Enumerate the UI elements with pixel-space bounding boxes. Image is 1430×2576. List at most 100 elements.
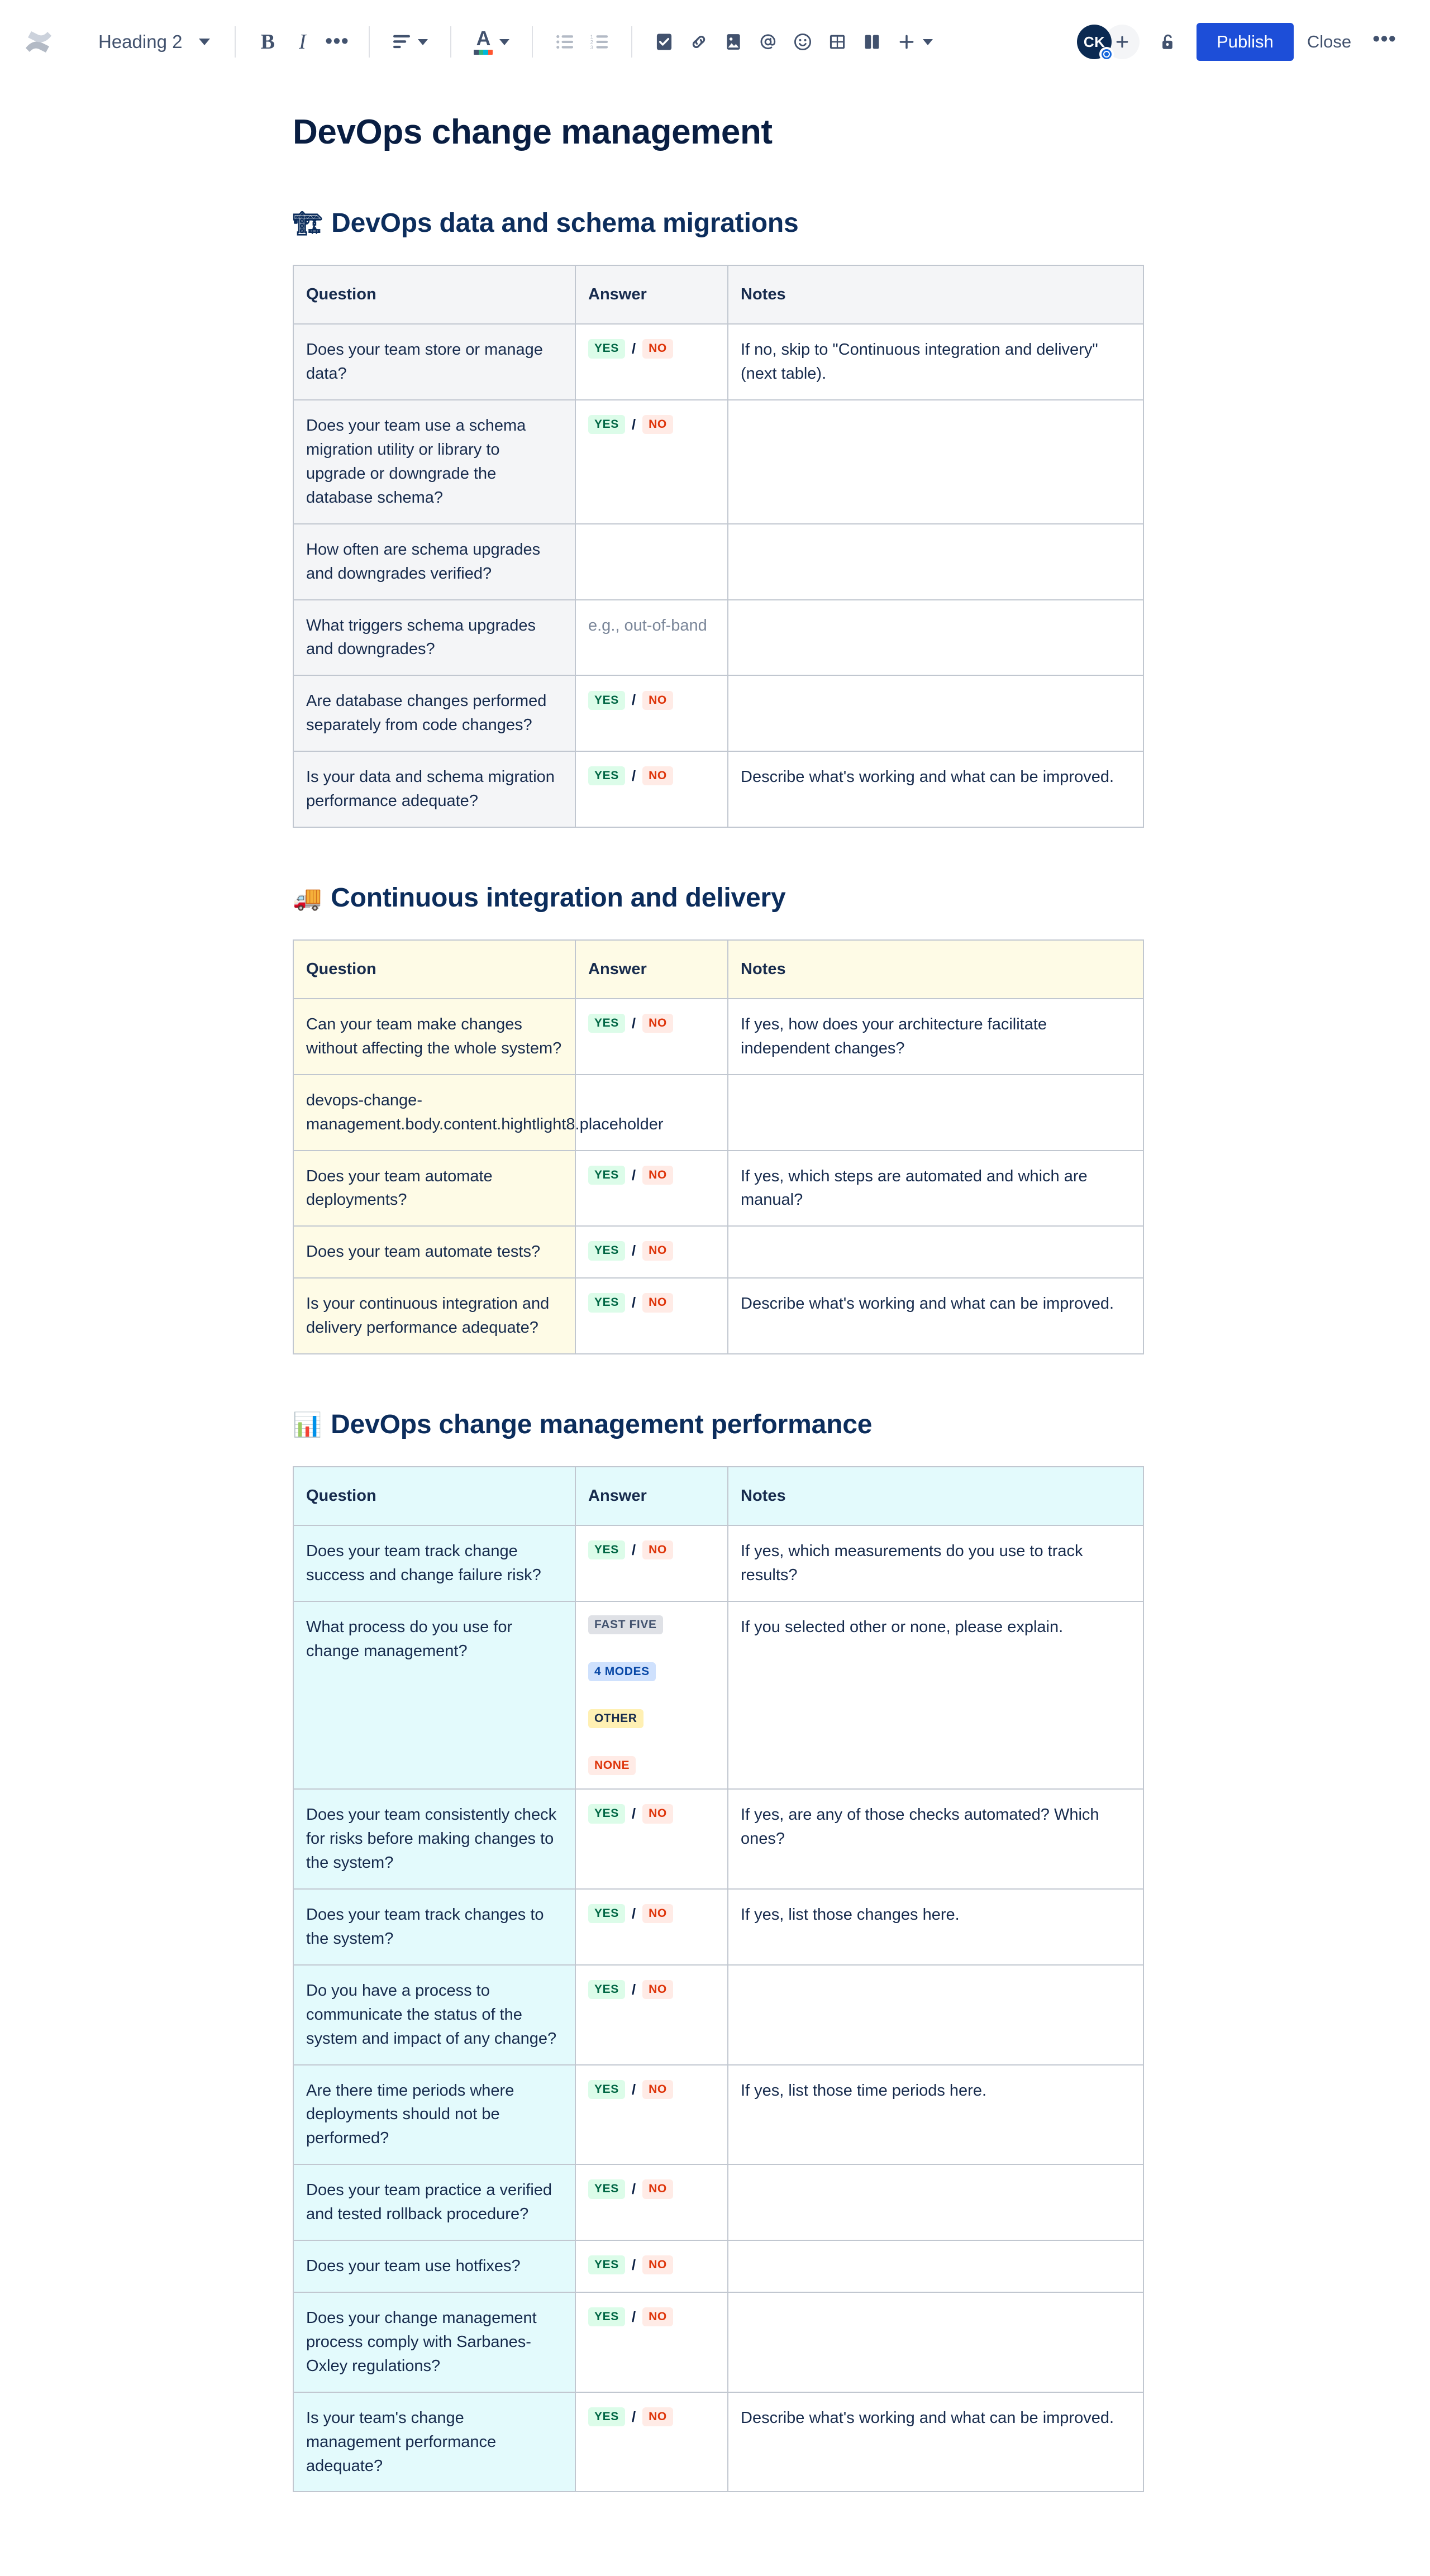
status-badge-no[interactable]: NO — [642, 1165, 673, 1185]
notes-cell[interactable] — [727, 1964, 1144, 2065]
notes-cell[interactable]: Describe what's working and what can be … — [727, 1277, 1144, 1355]
question-cell[interactable]: Does your team use a schema migration ut… — [293, 399, 576, 524]
notes-cell[interactable] — [727, 2292, 1144, 2393]
notes-cell[interactable] — [727, 2240, 1144, 2293]
close-button[interactable]: Close — [1294, 23, 1365, 61]
insert-button[interactable] — [889, 25, 941, 59]
notes-cell[interactable]: If no, skip to "Continuous integration a… — [727, 323, 1144, 401]
image-button[interactable] — [716, 25, 751, 59]
publish-button[interactable]: Publish — [1197, 23, 1294, 61]
avatar[interactable]: CK — [1077, 25, 1114, 61]
status-badge-yes[interactable]: YES — [588, 1165, 625, 1185]
answer-cell[interactable]: YES / NO — [575, 1149, 728, 1227]
question-cell[interactable]: devops-change-management.body.content.hi… — [293, 1074, 664, 1151]
notes-cell[interactable]: If yes, which steps are automated and wh… — [727, 1149, 1144, 1227]
question-cell[interactable]: Does your team store or manage data? — [293, 323, 576, 401]
question-cell[interactable]: Is your continuous integration and deliv… — [293, 1277, 576, 1355]
status-badge-yes[interactable]: YES — [588, 766, 625, 786]
question-cell[interactable]: Does your team track changes to the syst… — [293, 1888, 576, 1966]
confluence-logo-icon[interactable] — [22, 26, 55, 58]
bullet-list-button[interactable] — [547, 25, 582, 59]
question-cell[interactable]: What triggers schema upgrades and downgr… — [293, 599, 576, 676]
notes-cell[interactable] — [727, 1074, 1144, 1151]
questionnaire-table[interactable]: Question Answer Notes Does your team track … — [293, 1466, 1144, 2493]
answer-cell[interactable]: YES / NO — [575, 2240, 728, 2293]
notes-cell[interactable]: If you selected other or none, please ex… — [727, 1600, 1144, 1790]
answer-cell[interactable]: YES / NO — [575, 998, 728, 1075]
status-badge-yes[interactable]: YES — [588, 2255, 625, 2275]
status-badge-no[interactable]: NO — [642, 1804, 673, 1824]
status-badge-yes[interactable]: YES — [588, 2407, 625, 2427]
notes-cell[interactable] — [727, 399, 1144, 524]
notes-cell[interactable] — [727, 523, 1144, 600]
question-cell[interactable]: Are there time periods where deployments… — [293, 2064, 576, 2165]
status-badge-yes[interactable]: YES — [588, 339, 625, 359]
answer-cell[interactable]: YES / NO — [575, 751, 728, 828]
more-formatting-button[interactable]: ••• — [320, 25, 354, 59]
question-cell[interactable]: Does your change management process comp… — [293, 2292, 576, 2393]
answer-cell[interactable]: FAST FIVE 4 MODES OTHER NONE — [575, 1600, 728, 1790]
answer-cell[interactable]: e.g., out-of-band — [575, 599, 728, 676]
mention-button[interactable] — [751, 25, 785, 59]
status-badge-no[interactable]: NO — [642, 1293, 673, 1313]
status-badge-no[interactable]: NO — [642, 690, 673, 710]
status-badge-yes[interactable]: YES — [588, 1980, 625, 2000]
more-actions-button[interactable]: ••• — [1365, 28, 1404, 50]
answer-cell[interactable]: YES / NO — [575, 399, 728, 524]
answer-cell[interactable]: YES / NO — [575, 2292, 728, 2393]
restrictions-button[interactable] — [1151, 25, 1185, 59]
status-badge-no[interactable]: NO — [642, 1241, 673, 1261]
status-badge-no[interactable]: NO — [642, 2407, 673, 2427]
status-badge-yes[interactable]: YES — [588, 1241, 625, 1261]
status-badge-yes[interactable]: YES — [588, 415, 625, 435]
status-badge-option[interactable]: NONE — [588, 1756, 636, 1776]
status-badge-no[interactable]: NO — [642, 415, 673, 435]
answer-cell[interactable]: YES / NO — [575, 1888, 728, 1966]
page-title[interactable]: DevOps change management — [293, 112, 1318, 153]
answer-cell[interactable] — [575, 1074, 728, 1151]
status-badge-yes[interactable]: YES — [588, 2079, 625, 2099]
answer-cell[interactable]: YES / NO — [575, 2164, 728, 2241]
question-cell[interactable]: Do you have a process to communicate the… — [293, 1964, 576, 2065]
answer-cell[interactable]: YES / NO — [575, 2391, 728, 2493]
status-badge-yes[interactable]: YES — [588, 1540, 625, 1560]
answer-cell[interactable]: YES / NO — [575, 2064, 728, 2165]
answer-cell[interactable]: YES / NO — [575, 1524, 728, 1602]
status-badge-no[interactable]: NO — [642, 339, 673, 359]
answer-cell[interactable] — [575, 523, 728, 600]
notes-cell[interactable]: If yes, which measurements do you use to… — [727, 1524, 1144, 1602]
question-cell[interactable]: Does your team consistently check for ri… — [293, 1788, 576, 1890]
status-badge-no[interactable]: NO — [642, 766, 673, 786]
notes-cell[interactable] — [727, 2164, 1144, 2241]
page-layout-button[interactable] — [855, 25, 889, 59]
status-badge-no[interactable]: NO — [642, 1980, 673, 2000]
section-heading[interactable]: 🏗 DevOps data and schema migrations — [293, 207, 1318, 240]
status-badge-no[interactable]: NO — [642, 1540, 673, 1560]
status-badge-yes[interactable]: YES — [588, 2307, 625, 2327]
status-badge-no[interactable]: NO — [642, 1014, 673, 1033]
question-cell[interactable]: Is your team's change management perform… — [293, 2391, 576, 2493]
question-cell[interactable]: Does your team automate tests? — [293, 1225, 576, 1279]
notes-cell[interactable]: If yes, how does your architecture facil… — [727, 998, 1144, 1075]
status-badge-option[interactable]: 4 MODES — [588, 1662, 656, 1682]
link-button[interactable] — [681, 25, 716, 59]
italic-button[interactable]: I — [285, 25, 320, 59]
status-badge-yes[interactable]: YES — [588, 1904, 625, 1924]
question-cell[interactable]: Does your team use hotfixes? — [293, 2240, 576, 2293]
answer-cell[interactable]: YES / NO — [575, 1964, 728, 2065]
status-badge-option[interactable]: OTHER — [588, 1709, 644, 1729]
question-cell[interactable]: Can your team make changes without affec… — [293, 998, 576, 1075]
notes-cell[interactable] — [727, 1225, 1144, 1279]
answer-cell[interactable]: YES / NO — [575, 323, 728, 401]
numbered-list-button[interactable]: 1 2 3 — [582, 25, 617, 59]
section-heading[interactable]: 📊 DevOps change management performance — [293, 1408, 1318, 1442]
status-badge-yes[interactable]: YES — [588, 1293, 625, 1313]
question-cell[interactable]: What process do you use for change manag… — [293, 1600, 576, 1790]
answer-cell[interactable]: YES / NO — [575, 1277, 728, 1355]
question-cell[interactable]: Are database changes performed separatel… — [293, 675, 576, 752]
answer-cell[interactable]: YES / NO — [575, 1788, 728, 1890]
task-button[interactable] — [647, 25, 681, 59]
status-badge-no[interactable]: NO — [642, 2255, 673, 2275]
notes-cell[interactable] — [727, 599, 1144, 676]
text-style-select[interactable]: Heading 2 — [88, 26, 220, 58]
